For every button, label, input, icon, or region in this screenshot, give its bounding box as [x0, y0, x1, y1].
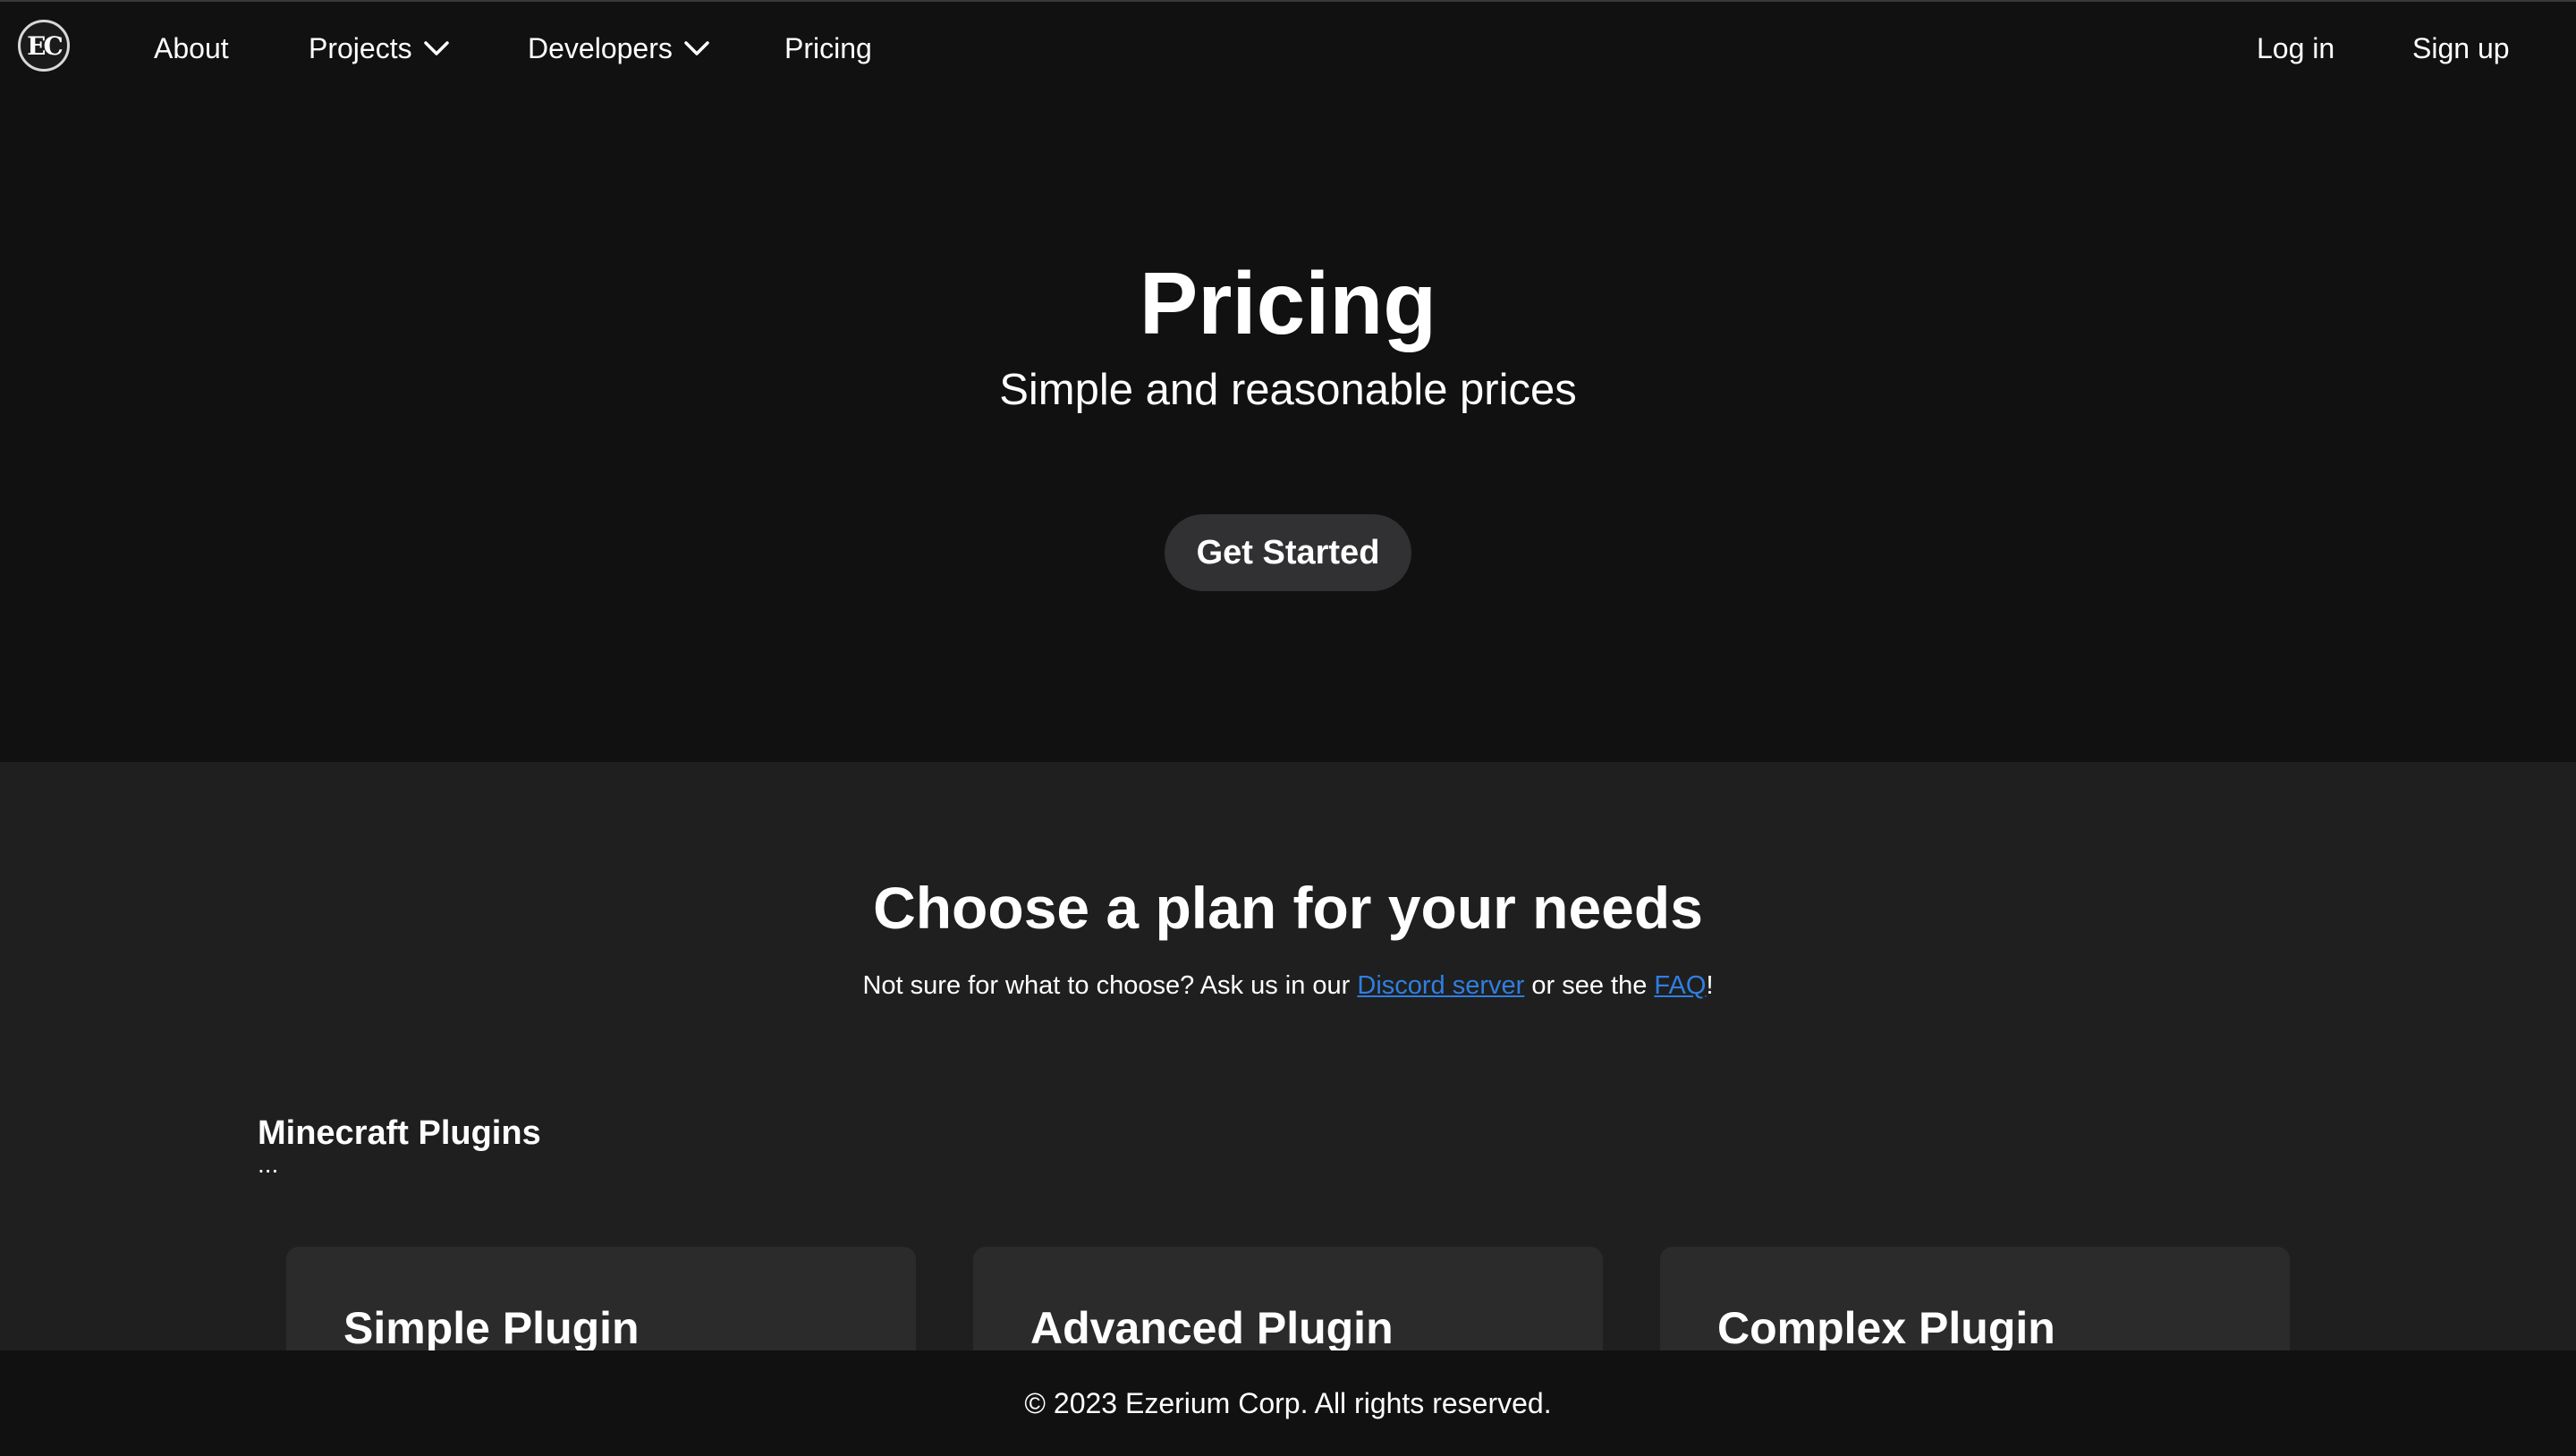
- plan-card-advanced[interactable]: Advanced Plugin: [973, 1247, 1603, 1350]
- nav-developers[interactable]: Developers: [528, 29, 710, 68]
- navbar: EC About Projects Developers Pricing Log…: [0, 0, 2576, 93]
- plans-note-before: Not sure for what to choose? Ask us in o…: [862, 971, 1358, 1000]
- logo-text: EC: [27, 30, 64, 61]
- plan-card-simple[interactable]: Simple Plugin: [286, 1247, 916, 1350]
- signup-link[interactable]: Sign up: [2412, 29, 2510, 68]
- chevron-down-icon: [683, 39, 710, 57]
- hero-section: Pricing Simple and reasonable prices Get…: [0, 93, 2576, 762]
- plans-note-after: !: [1706, 971, 1714, 1000]
- category-description: ...: [258, 1150, 279, 1178]
- signup-label: Sign up: [2412, 31, 2510, 64]
- category-title: Minecraft Plugins: [258, 1114, 541, 1152]
- plans-note: Not sure for what to choose? Ask us in o…: [0, 973, 2576, 999]
- nav-projects-label: Projects: [309, 31, 412, 64]
- page-title: Pricing: [1139, 254, 1437, 352]
- plans-note-middle: or see the: [1524, 971, 1655, 1000]
- nav-about[interactable]: About: [154, 29, 229, 68]
- faq-link[interactable]: FAQ: [1654, 971, 1706, 1000]
- plan-card-title: Simple Plugin: [343, 1303, 640, 1350]
- nav-about-label: About: [154, 31, 229, 64]
- login-link[interactable]: Log in: [2257, 29, 2334, 68]
- logo[interactable]: EC: [18, 20, 70, 72]
- nav-developers-label: Developers: [528, 31, 673, 64]
- plans-title: Choose a plan for your needs: [873, 875, 1703, 941]
- copyright-text: © 2023 Ezerium Corp. All rights reserved…: [1024, 1386, 1552, 1419]
- chevron-down-icon: [423, 39, 450, 57]
- plan-card-title: Complex Plugin: [1717, 1303, 2055, 1350]
- page-subtitle: Simple and reasonable prices: [999, 366, 1577, 414]
- nav-projects[interactable]: Projects: [309, 29, 450, 68]
- plan-card-title: Advanced Plugin: [1030, 1303, 1394, 1350]
- discord-server-link[interactable]: Discord server: [1357, 971, 1524, 1000]
- login-label: Log in: [2257, 31, 2335, 64]
- nav-pricing-label: Pricing: [784, 31, 872, 64]
- plan-card-complex[interactable]: Complex Plugin: [1660, 1247, 2290, 1350]
- nav-pricing[interactable]: Pricing: [784, 29, 872, 68]
- plans-section: Choose a plan for your needs Not sure fo…: [0, 762, 2576, 1350]
- footer: © 2023 Ezerium Corp. All rights reserved…: [0, 1350, 2576, 1456]
- get-started-button[interactable]: Get Started: [1165, 514, 1411, 591]
